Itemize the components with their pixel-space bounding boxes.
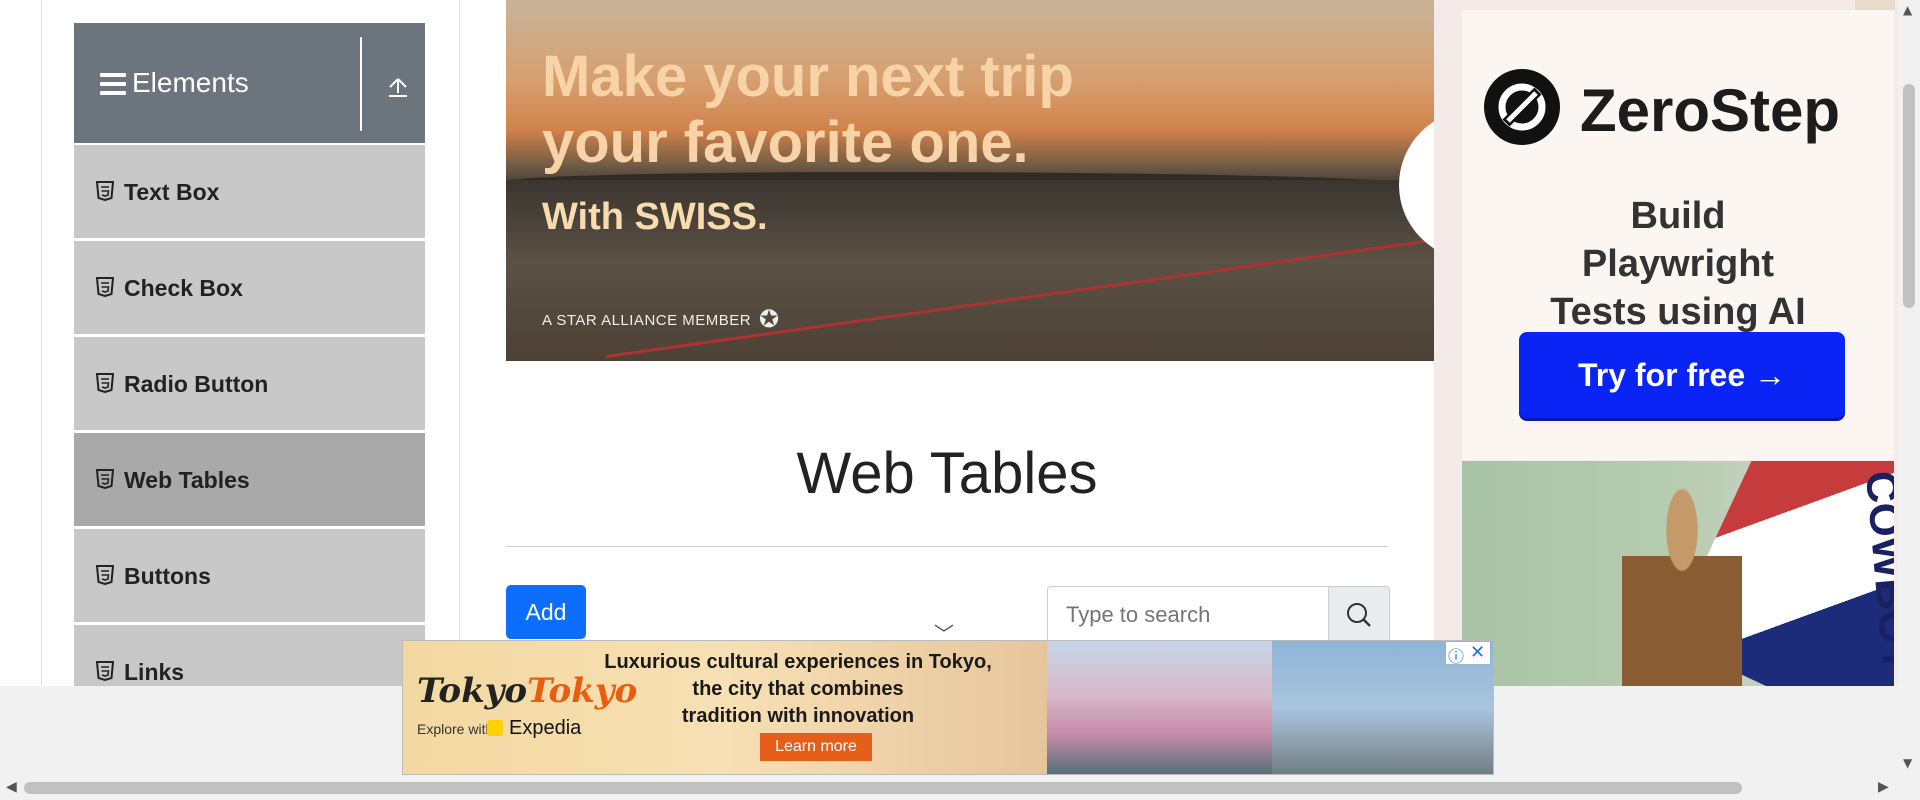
scroll-left-arrow-icon[interactable]: ◀ — [6, 779, 17, 795]
sidebar-item-label: Text Box — [124, 179, 220, 205]
banner-headline: Make your next trip your favorite one. — [542, 44, 1074, 175]
html5-icon — [96, 661, 114, 681]
sidebar-divider — [459, 0, 460, 686]
star-alliance-icon: ✪ — [759, 305, 780, 333]
collapse-upload-icon[interactable] — [386, 75, 410, 99]
info-icon[interactable]: ⓘ — [1448, 643, 1464, 667]
scroll-down-arrow-icon[interactable]: ▼ — [1903, 756, 1912, 770]
expedia-icon — [487, 720, 503, 736]
scroll-right-arrow-icon[interactable]: ▶ — [1878, 779, 1889, 795]
sidebar-group-title: Elements — [132, 67, 249, 98]
html5-icon — [96, 181, 114, 201]
sidebar-item-label: Links — [124, 659, 185, 685]
sidebar-item-radio-button[interactable]: Radio Button — [74, 335, 425, 431]
add-button[interactable]: Add — [506, 585, 586, 639]
vertical-scrollbar[interactable]: ▲ ▼ — [1898, 0, 1920, 775]
tokyo-bottom-ad[interactable]: TokyoTokyo Explore with Expedia Luxuriou… — [402, 640, 1494, 775]
sash-text: COWBOY — [1855, 468, 1894, 676]
sidebar-item-check-box[interactable]: Check Box — [74, 239, 425, 335]
zerostep-brand: ZeroStep — [1580, 77, 1841, 144]
header-separator — [360, 37, 362, 131]
html5-icon — [96, 277, 114, 297]
sidebar-item-label: Buttons — [124, 563, 211, 589]
sidebar-item-label: Radio Button — [124, 371, 269, 397]
html5-icon — [96, 373, 114, 393]
title-divider — [506, 546, 1388, 547]
zerostep-logo-icon — [1484, 69, 1560, 145]
swiss-banner-ad[interactable]: Make your next trip your favorite one. W… — [506, 0, 1434, 361]
ad-strip — [1855, 0, 1895, 10]
photo-ad[interactable]: COWBOY — [1462, 461, 1894, 686]
try-for-free-button[interactable]: Try for free → — [1519, 332, 1845, 418]
zerostep-ad[interactable]: ZeroStep Build Playwright Tests using AI… — [1462, 10, 1894, 460]
search-input[interactable] — [1048, 587, 1328, 643]
search-button[interactable] — [1328, 587, 1389, 643]
search-box — [1047, 586, 1390, 644]
zerostep-tagline: Build Playwright Tests using AI — [1550, 195, 1806, 333]
hamburger-icon — [100, 73, 126, 95]
sidebar-item-label: Web Tables — [124, 467, 250, 493]
horizontal-scroll-thumb[interactable] — [24, 782, 1742, 794]
close-icon[interactable]: ✕ — [1470, 642, 1485, 663]
banner-footnote: A STAR ALLIANCE MEMBER — [542, 312, 752, 329]
html5-icon — [96, 565, 114, 585]
horizontal-scrollbar[interactable]: ◀ ▶ — [0, 775, 1920, 800]
learn-more-button[interactable]: Learn more — [760, 733, 872, 761]
sidebar-item-label: Check Box — [124, 275, 243, 301]
banner-subline: With SWISS. — [542, 196, 768, 238]
expedia-logo: Expedia — [487, 717, 581, 740]
sidebar-item-buttons[interactable]: Buttons — [74, 527, 425, 623]
search-icon — [1347, 603, 1371, 627]
cherry-blossom-image — [1047, 641, 1272, 774]
photo-person — [1622, 486, 1742, 686]
vertical-scroll-thumb[interactable] — [1903, 84, 1915, 308]
sidebar-group-header-elements[interactable]: Elements — [74, 23, 425, 143]
sidebar-item-web-tables[interactable]: Web Tables — [74, 431, 425, 527]
explore-with-label: Explore with — [417, 721, 494, 737]
scroll-up-arrow-icon[interactable]: ▲ — [1903, 3, 1912, 17]
page-left-border — [41, 0, 42, 686]
page-title: Web Tables — [796, 441, 1098, 506]
sidebar-item-text-box[interactable]: Text Box — [74, 143, 425, 239]
bottom-ad-copy: Luxurious cultural experiences in Tokyo,… — [604, 651, 992, 727]
ad-choices[interactable]: ⓘ ✕ — [1446, 642, 1490, 667]
html5-icon — [96, 469, 114, 489]
